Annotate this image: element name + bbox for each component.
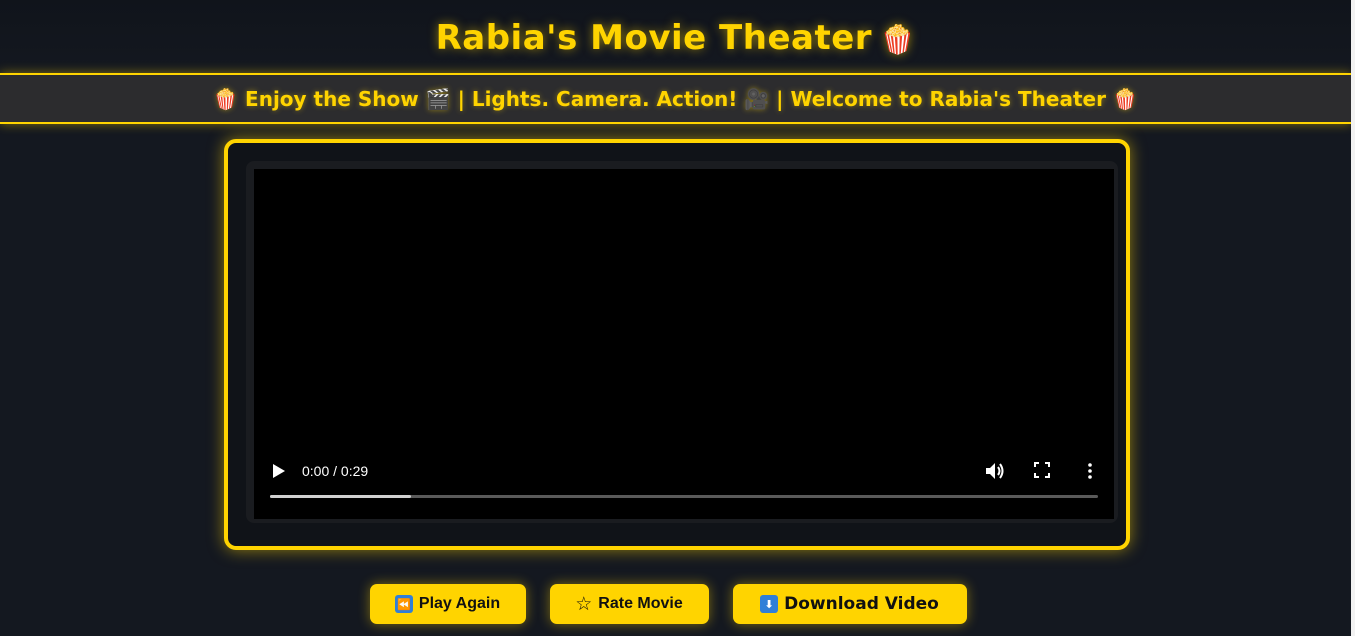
theater-page: Rabia's Movie Theater 🍿 🍿 Enjoy the Show … [0,0,1355,636]
popcorn-icon: 🍿 [880,23,916,56]
fullscreen-icon[interactable] [1034,462,1050,478]
video-player[interactable]: 0:00 / 0:29 [254,169,1114,519]
download-video-button[interactable]: ⬇ Download Video [732,584,967,624]
rate-movie-label: Rate Movie [598,595,683,612]
marquee-banner: 🍿 Enjoy the Show 🎬 | Lights. Camera. Act… [0,73,1351,124]
page-title-text: Rabia's Movie Theater [435,18,873,58]
play-again-button[interactable]: ⏪ Play Again [369,584,526,624]
player-frame: 0:00 / 0:29 [224,139,1130,550]
progress-bar[interactable] [270,495,1098,498]
page-title: Rabia's Movie Theater 🍿 [436,18,916,58]
download-icon: ⬇ [760,595,779,613]
star-icon: ☆ [575,593,593,615]
volume-icon[interactable] [984,460,1004,482]
player-container: 0:00 / 0:29 [246,161,1118,523]
play-icon[interactable] [270,461,288,481]
progress-fill [270,495,411,498]
more-options-icon[interactable] [1086,461,1094,481]
scrollbar[interactable] [1351,0,1355,636]
rate-movie-button[interactable]: ☆ Rate Movie [549,584,709,624]
header: Rabia's Movie Theater 🍿 [0,0,1351,74]
action-buttons: ⏪ Play Again ☆ Rate Movie ⬇ Download Vid… [0,584,1351,624]
download-video-label: Download Video [784,594,939,614]
rewind-icon: ⏪ [394,595,413,613]
marquee-text: 🍿 Enjoy the Show 🎬 | Lights. Camera. Act… [213,86,1138,111]
play-again-label: Play Again [418,595,501,612]
time-display: 0:00 / 0:29 [302,463,369,479]
